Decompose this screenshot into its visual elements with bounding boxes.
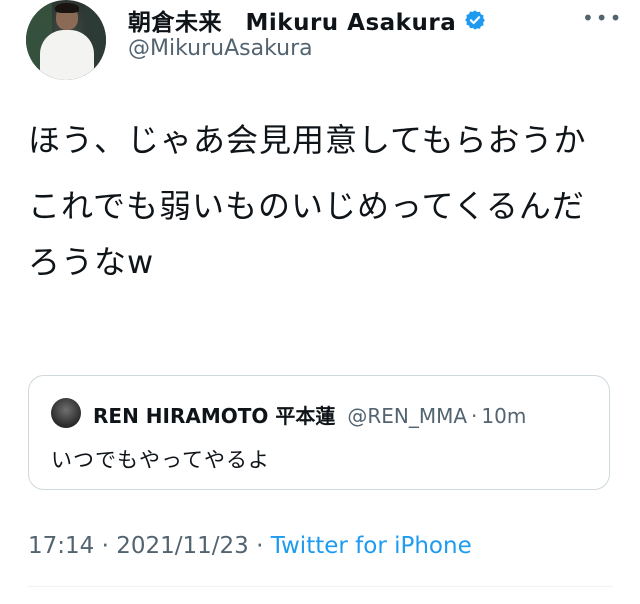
quoted-tweet-header: REN HIRAMOTO 平本蓮 @REN_MMA · 10m (93, 400, 526, 429)
meta-separator: · (94, 533, 117, 559)
quoted-tweet-card[interactable]: REN HIRAMOTO 平本蓮 @REN_MMA · 10m いつでもやってや… (28, 375, 610, 490)
tweet-paragraph: ほう、じゃあ会見用意してもらおうか (28, 121, 587, 159)
quoted-author-handle: @REN_MMA (347, 404, 468, 428)
tweet-source-link[interactable]: Twitter for iPhone (271, 533, 472, 559)
tweet-date[interactable]: 2021/11/23 (116, 533, 249, 559)
quoted-author-name: REN HIRAMOTO 平本蓮 (93, 404, 336, 428)
verified-badge-icon (465, 10, 486, 30)
tweet-paragraph: これでも弱いものいじめってくるんだろうなw (28, 187, 585, 281)
quoted-tweet-text: いつでもやってやるよ (51, 448, 270, 472)
author-name-row[interactable]: 朝倉未来 Mikuru Asakura (128, 3, 486, 37)
tweet-text: ほう、じゃあ会見用意してもらおうか これでも弱いものいじめってくるんだろうなw (28, 112, 608, 300)
quoted-timestamp: 10m (481, 404, 527, 428)
more-icon[interactable]: ••• (582, 6, 623, 30)
quoted-separator: · (471, 404, 478, 428)
quoted-author-avatar (51, 398, 81, 428)
tweet-meta: 17:14 · 2021/11/23 · Twitter for iPhone (28, 533, 472, 559)
tweet-time[interactable]: 17:14 (28, 533, 94, 559)
divider (28, 586, 613, 587)
author-display-name[interactable]: 朝倉未来 Mikuru Asakura (128, 3, 456, 37)
meta-separator: · (248, 533, 271, 559)
author-avatar[interactable] (26, 0, 106, 80)
author-handle[interactable]: @MikuruAsakura (128, 36, 313, 61)
